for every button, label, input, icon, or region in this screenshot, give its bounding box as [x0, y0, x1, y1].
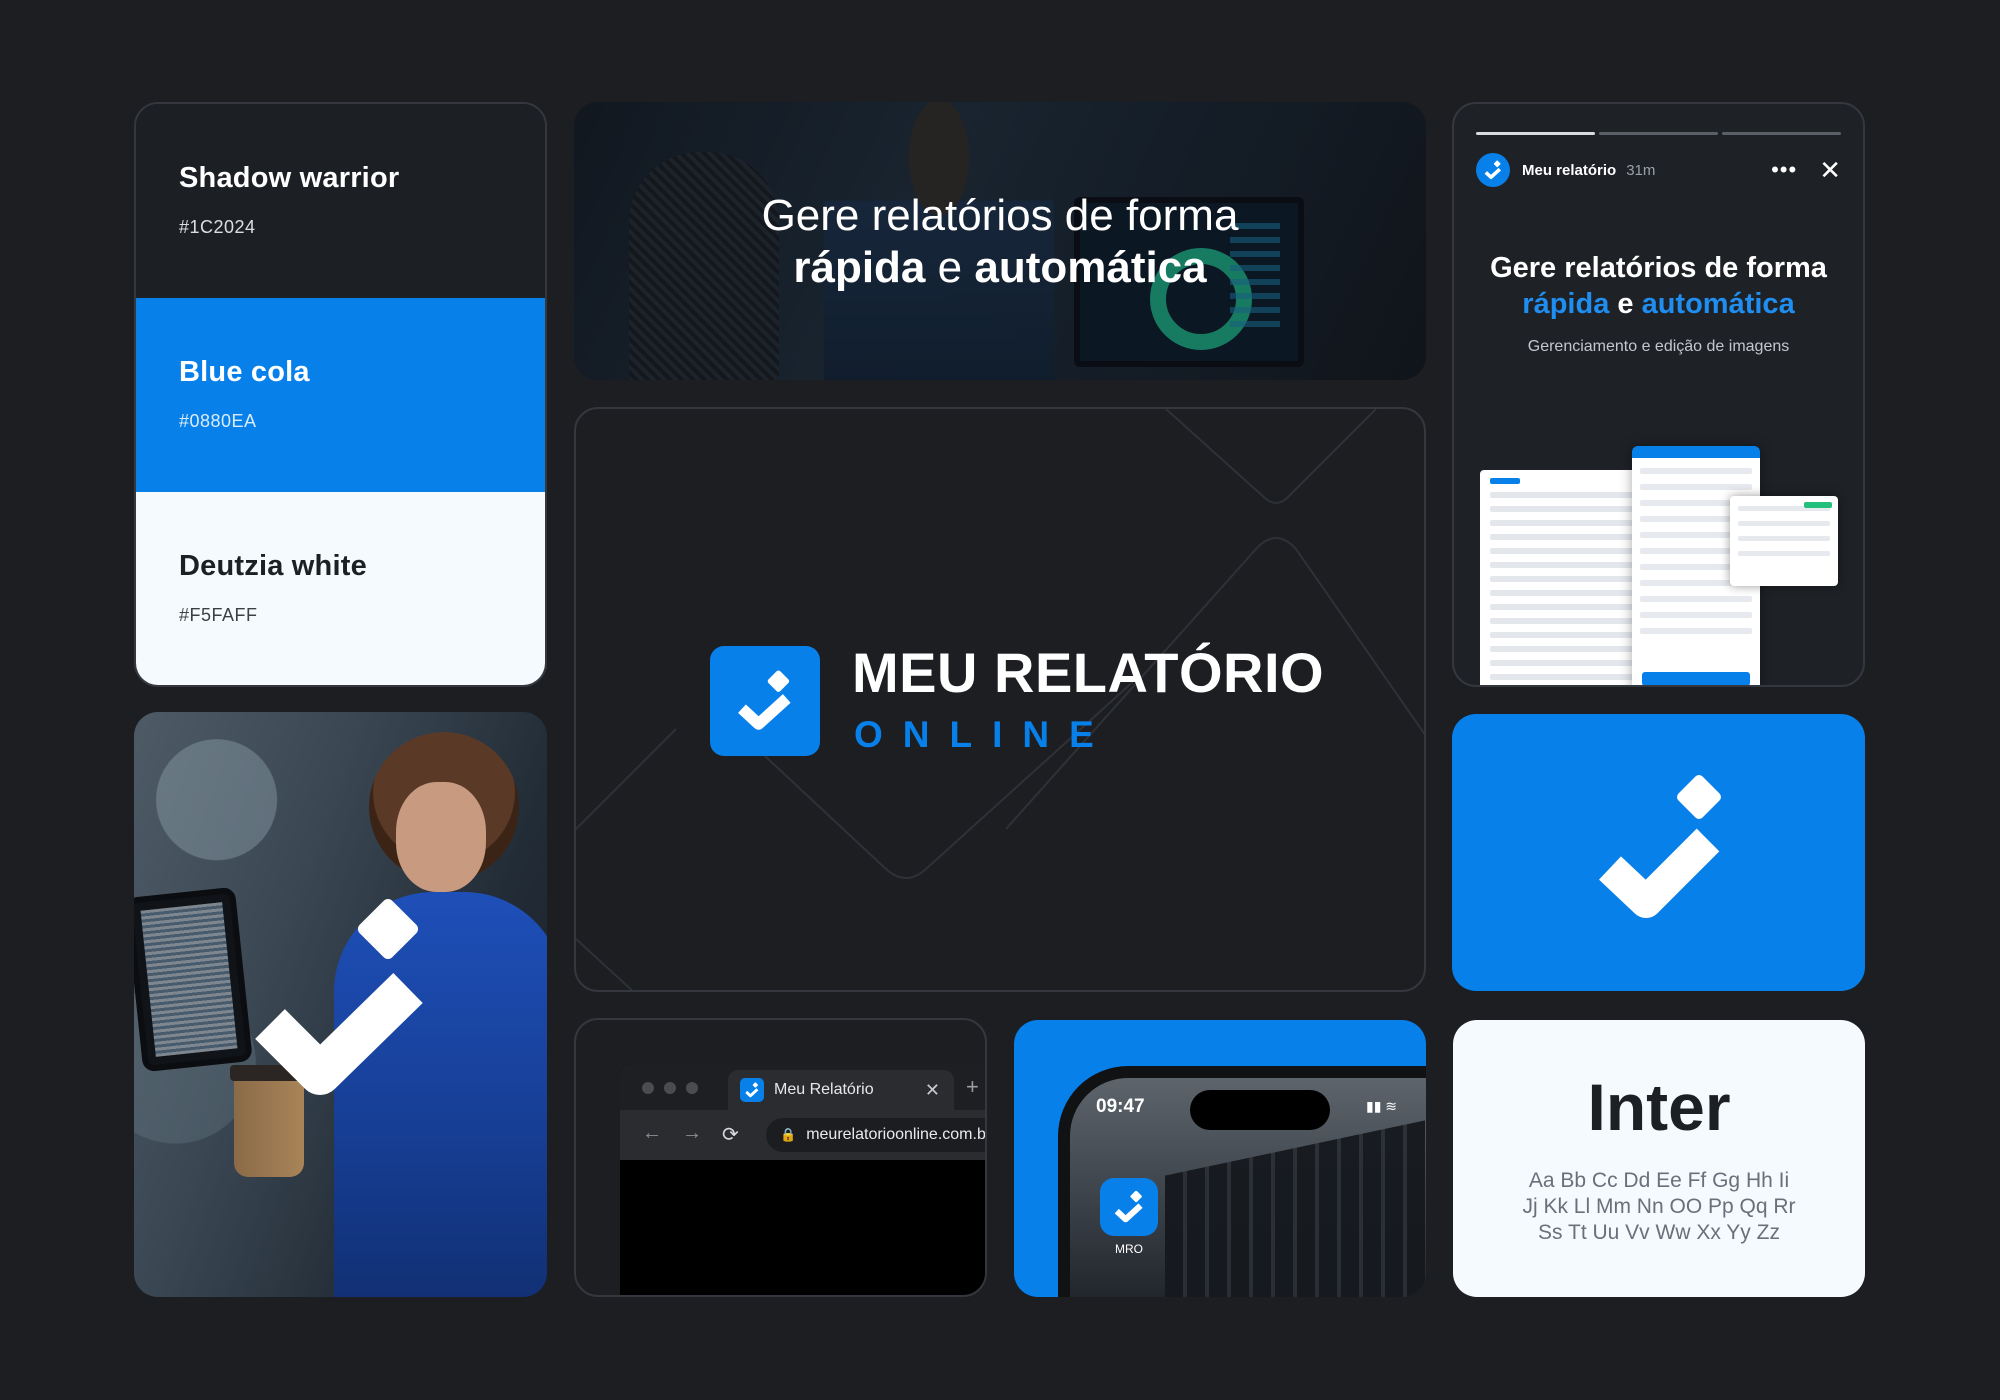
address-bar[interactable]: 🔒 meurelatorioonline.com.br: [766, 1118, 987, 1152]
story-word-b: automática: [1641, 288, 1795, 320]
avatar[interactable]: [1476, 153, 1510, 187]
favicon-icon: [740, 1078, 764, 1102]
tab-bar: Meu Relatório ✕ +: [620, 1064, 985, 1110]
brand-name: MEU RELATÓRIO: [852, 641, 1325, 704]
back-arrow-icon[interactable]: ←: [642, 1122, 662, 1145]
swatch-hex: #0880EA: [179, 411, 257, 431]
swatch-hex: #1C2024: [179, 217, 256, 237]
alphabet-line: Aa Bb Cc Dd Ee Ff Gg Hh Ii: [1528, 1169, 1790, 1192]
check-logo-icon: [1114, 1190, 1143, 1223]
banner-headline: Gere relatórios de forma rápida e automá…: [574, 190, 1426, 294]
more-horizontal-icon[interactable]: •••: [1771, 159, 1797, 181]
story-headline: Gere relatórios de forma rápida e automá…: [1454, 250, 1863, 322]
story-connector: e: [1617, 288, 1634, 320]
check-logo-icon: [1599, 775, 1721, 918]
color-palette-card: Shadow warrior #1C2024 Blue cola #0880EA…: [134, 102, 547, 687]
popover-mockup-image: [1730, 496, 1838, 586]
story-word-a: rápida: [1522, 288, 1610, 320]
swatch-shadow-warrior: Shadow warrior #1C2024: [136, 104, 545, 298]
tab-title: Meu Relatório: [774, 1081, 874, 1098]
swatch-name: Shadow warrior: [179, 162, 400, 194]
check-logo-icon: [1484, 160, 1502, 179]
building-image: [1165, 1120, 1425, 1297]
swatch-name: Blue cola: [179, 356, 310, 388]
story-line-1: Gere relatórios de forma: [1490, 252, 1827, 284]
window-maximize-dot[interactable]: [686, 1082, 698, 1094]
browser-tab[interactable]: Meu Relatório ✕: [728, 1070, 954, 1110]
dynamic-island: [1190, 1090, 1330, 1130]
banner-line-1: Gere relatórios de forma: [761, 191, 1239, 240]
window-close-dot[interactable]: [642, 1082, 654, 1094]
reload-icon[interactable]: ⟳: [722, 1122, 739, 1147]
browser-mockup-card: Meu Relatório ✕ + ← → ⟳ 🔒 meurelatorioon…: [574, 1018, 987, 1297]
story-card: Meu relatório 31m ••• ✕ Gere relatórios …: [1452, 102, 1865, 687]
alphabet-line: Ss Tt Uu Vv Ww Xx Yy Zz: [1538, 1221, 1780, 1244]
swatch-deutzia-white: Deutzia white #F5FAFF: [136, 492, 545, 685]
window-controls[interactable]: [642, 1082, 698, 1094]
window-minimize-dot[interactable]: [664, 1082, 676, 1094]
banner-word-b: automática: [974, 243, 1207, 292]
banner-photo-card: Gere relatórios de forma rápida e automá…: [574, 102, 1426, 380]
story-progress-bar: [1476, 132, 1841, 135]
browser-window: Meu Relatório ✕ + ← → ⟳ 🔒 meurelatorioon…: [620, 1064, 987, 1295]
tab-close-icon[interactable]: ✕: [925, 1080, 940, 1101]
check-logo-icon: [255, 898, 423, 1095]
url-text: meurelatorioonline.com.br: [806, 1126, 987, 1143]
banner-word-a: rápida: [793, 243, 926, 292]
story-username[interactable]: Meu relatório: [1522, 162, 1616, 179]
woman-photo-card: [134, 712, 547, 1297]
forward-arrow-icon[interactable]: →: [682, 1122, 702, 1145]
app-label: MRO: [1115, 1242, 1143, 1256]
story-header: Meu relatório 31m ••• ✕: [1476, 152, 1841, 188]
status-time: 09:47: [1096, 1096, 1145, 1117]
swatch-name: Deutzia white: [179, 550, 367, 582]
alphabet-line: Jj Kk Ll Mm Nn OO Pp Qq Rr: [1522, 1195, 1796, 1218]
blue-icon-card: [1452, 714, 1865, 991]
tablet-image: [134, 886, 253, 1073]
woman-face-image: [396, 782, 486, 892]
font-name: Inter: [1587, 1070, 1731, 1144]
app-icon[interactable]: [1100, 1178, 1158, 1236]
phone-frame: 09:47 ▮▮ ≋ MRO: [1058, 1066, 1426, 1297]
close-icon[interactable]: ✕: [1819, 157, 1841, 183]
main-logo-card: MEU RELATÓRIO ONLINE: [574, 407, 1426, 992]
story-timestamp: 31m: [1626, 161, 1656, 179]
brand-sub: ONLINE: [854, 714, 1114, 755]
lock-icon: 🔒: [780, 1127, 797, 1142]
phone-mockup-card: 09:47 ▮▮ ≋ MRO: [1014, 1020, 1426, 1297]
swatch-hex: #F5FAFF: [179, 605, 258, 625]
swatch-blue-cola: Blue cola #0880EA: [136, 298, 545, 492]
phone-screen: 09:47 ▮▮ ≋ MRO: [1070, 1078, 1426, 1297]
banner-connector: e: [937, 243, 963, 292]
typography-card: Inter Aa Bb Cc Dd Ee Ff Gg Hh Ii Jj Kk L…: [1453, 1020, 1865, 1297]
new-tab-icon[interactable]: +: [966, 1074, 979, 1100]
story-subtitle: Gerenciamento e edição de imagens: [1527, 338, 1790, 355]
signal-wifi-icon: ▮▮ ≋: [1366, 1098, 1398, 1114]
browser-toolbar: ← → ⟳ 🔒 meurelatorioonline.com.br: [620, 1110, 987, 1160]
check-logo-icon: [710, 646, 820, 756]
